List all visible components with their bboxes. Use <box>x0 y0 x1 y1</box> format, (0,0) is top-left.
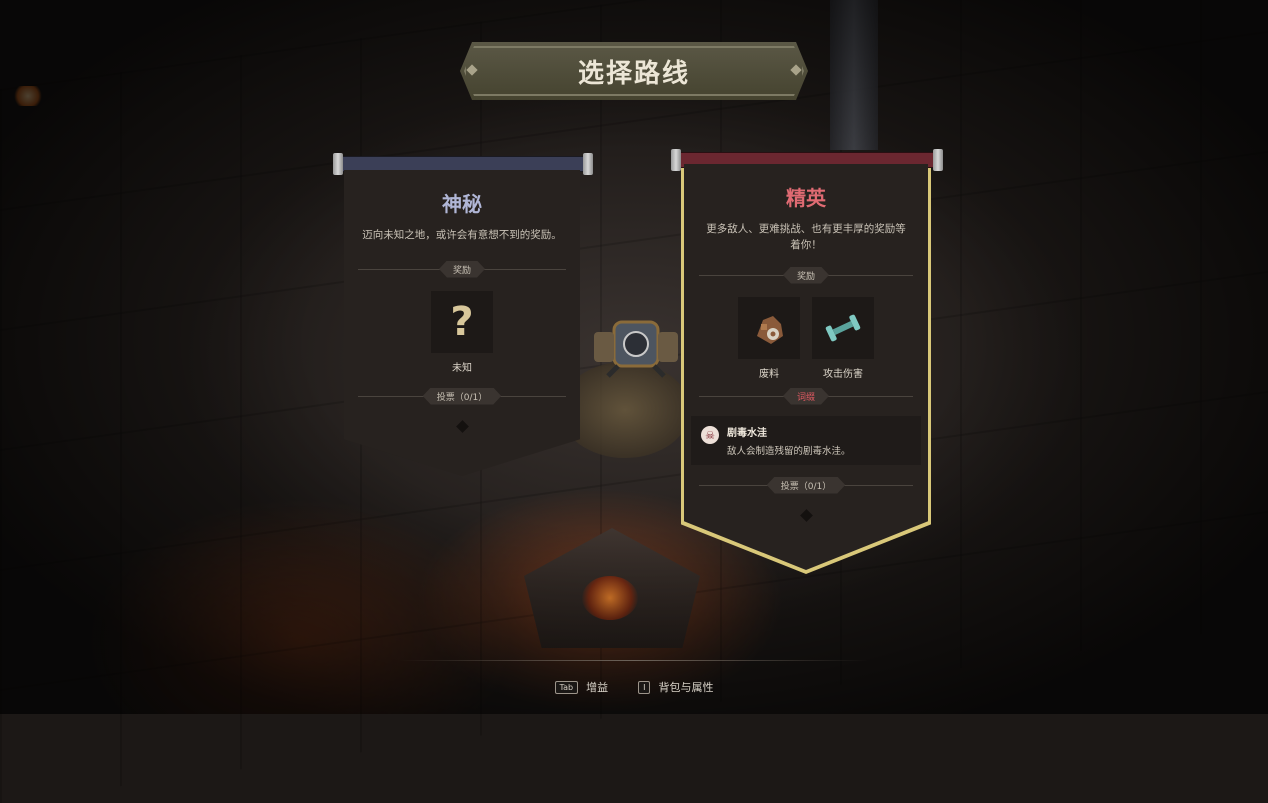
dumbbell-icon <box>825 314 861 342</box>
title-plaque: 选择路线 <box>460 42 808 100</box>
reward-item[interactable]: ? 未知 <box>430 291 494 374</box>
rod-end-left <box>671 149 681 171</box>
hint-label: 背包与属性 <box>658 681 714 694</box>
reward-icon-box <box>812 297 874 359</box>
affix-description: 敌人会制造残留的剧毒水洼。 <box>727 446 851 457</box>
skull-icon: ☠ <box>701 426 719 444</box>
banner-cloth: 精英 更多敌人、更难挑战、也有更丰厚的奖励等着你！ 奖励 废料 攻击伤害 词缀 … <box>684 164 928 570</box>
reward-divider: 奖励 <box>358 261 566 277</box>
affix-name: 剧毒水洼 <box>727 428 767 439</box>
rod-end-right <box>583 153 593 175</box>
route-description: 迈向未知之地，或许会有意想不到的奖励。 <box>362 229 562 241</box>
route-title: 神秘 <box>442 192 482 216</box>
hint-inventory[interactable]: I 背包与属性 <box>638 679 713 695</box>
reward-icon-box <box>738 297 800 359</box>
page-title: 选择路线 <box>577 58 690 89</box>
vote-count: 投票（0/1） <box>423 388 502 405</box>
reward-icon-box: ? <box>431 291 493 353</box>
route-description: 更多敌人、更难挑战、也有更丰厚的奖励等着你！ <box>706 223 906 251</box>
plaque-gem-left <box>466 64 477 75</box>
question-mark-icon: ? <box>450 299 474 345</box>
footer-divider <box>400 660 868 661</box>
reward-label: 攻击伤害 <box>823 369 863 380</box>
route-card-mystery[interactable]: 神秘 迈向未知之地，或许会有意想不到的奖励。 奖励 ? 未知 投票（0/1） <box>326 152 598 482</box>
footer-hints: Tab 增益 I 背包与属性 <box>0 679 1268 695</box>
reward-label: 废料 <box>759 369 779 380</box>
route-card-elite[interactable]: 精英 更多敌人、更难挑战、也有更丰厚的奖励等着你！ 奖励 废料 攻击伤害 词缀 … <box>664 148 948 578</box>
hint-buffs[interactable]: Tab 增益 <box>554 679 609 695</box>
vote-count: 投票（0/1） <box>767 477 846 494</box>
route-title: 精英 <box>786 186 826 210</box>
reward-label: 未知 <box>452 363 472 374</box>
reward-item[interactable]: 废料 <box>737 297 801 380</box>
banner-rod <box>333 153 593 175</box>
reward-list: ? 未知 <box>430 291 494 374</box>
vote-divider: 投票（0/1） <box>698 477 914 494</box>
banner-diamond <box>799 509 813 522</box>
scrap-icon <box>757 316 783 344</box>
rod-end-left <box>333 153 343 175</box>
plaque-gem-right <box>790 64 801 75</box>
reward-list: 废料 攻击伤害 <box>737 297 875 380</box>
reward-item[interactable]: 攻击伤害 <box>811 297 875 380</box>
affix-tag: 词缀 <box>783 388 829 405</box>
vote-divider: 投票（0/1） <box>358 388 566 404</box>
reward-tag: 奖励 <box>783 267 829 284</box>
key-icon-tab: Tab <box>554 680 579 694</box>
affix-divider: 词缀 <box>698 388 914 405</box>
reward-divider: 奖励 <box>698 267 914 284</box>
reward-tag: 奖励 <box>439 261 485 278</box>
key-icon-i: I <box>638 680 651 694</box>
rod-end-right <box>933 149 943 171</box>
banner-cloth: 神秘 迈向未知之地，或许会有意想不到的奖励。 奖励 ? 未知 投票（0/1） <box>344 170 580 476</box>
affix-row[interactable]: ☠ 剧毒水洼 敌人会制造残留的剧毒水洼。 <box>691 416 921 465</box>
hint-label: 增益 <box>586 681 609 694</box>
banner-diamond <box>455 420 469 433</box>
